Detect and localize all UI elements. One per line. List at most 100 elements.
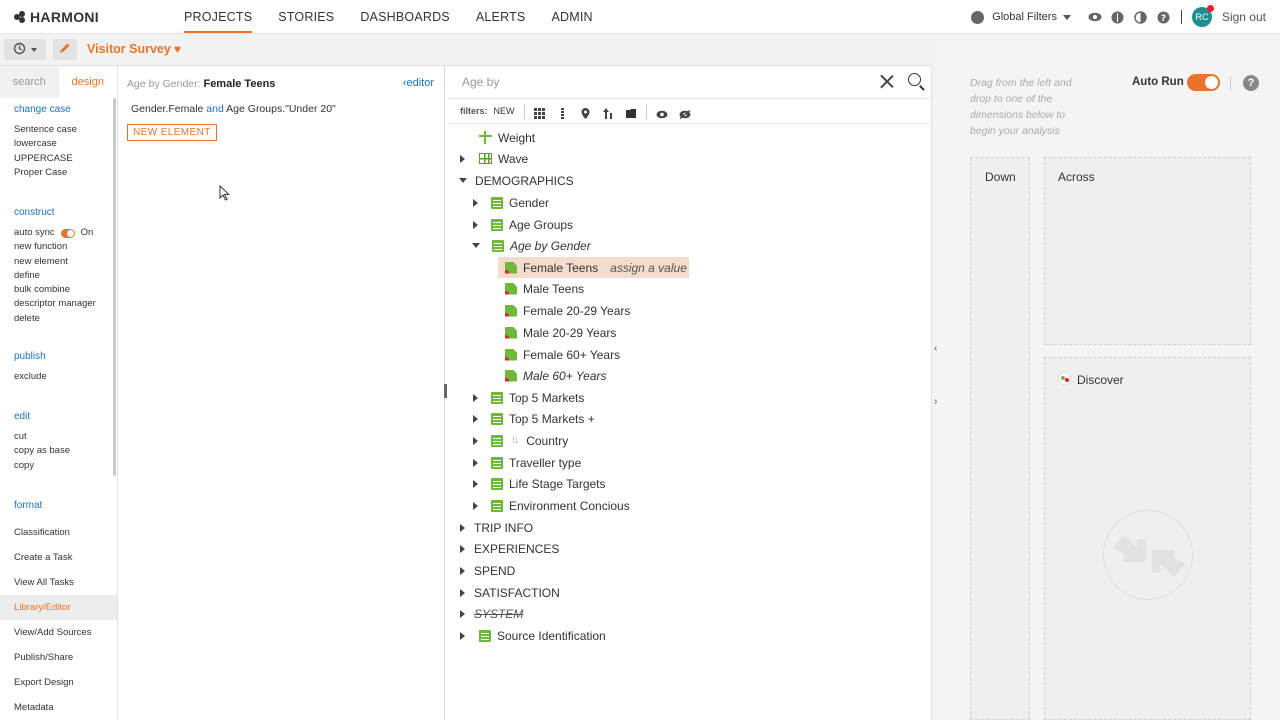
help-icon[interactable]: ?: [1157, 10, 1171, 24]
expression-text[interactable]: Gender.Female and Age Groups."Under 20": [131, 103, 336, 115]
contrast-icon[interactable]: [1134, 10, 1148, 24]
chevron-left-icon[interactable]: ‹: [934, 343, 937, 354]
delete-item[interactable]: delete: [0, 312, 96, 326]
caret-down-icon[interactable]: [472, 243, 480, 248]
eye-icon[interactable]: [1088, 10, 1102, 24]
tree-folder-spend[interactable]: SPEND: [460, 560, 515, 581]
caret-right-icon[interactable]: [460, 631, 465, 640]
copy-item[interactable]: copy: [0, 459, 70, 473]
tree-item-female-teens[interactable]: Female Teens assign a value: [498, 257, 689, 278]
tab-design[interactable]: design: [58, 66, 117, 98]
caret-down-icon[interactable]: [459, 178, 467, 183]
proper-case-item[interactable]: Proper Case: [0, 166, 77, 180]
sidebar-item-view-all-tasks[interactable]: View All Tasks: [0, 570, 117, 595]
brain-icon[interactable]: [1111, 10, 1125, 24]
tree-item-male-20-29[interactable]: Male 20-29 Years: [505, 322, 616, 343]
nav-alerts[interactable]: ALERTS: [476, 0, 526, 34]
tree-item-traveller-type[interactable]: Traveller type: [473, 452, 581, 473]
search-icon[interactable]: [908, 73, 921, 86]
tree-search-input[interactable]: [462, 75, 862, 89]
section-head-change-case[interactable]: change case: [0, 104, 77, 115]
caret-right-icon[interactable]: [460, 523, 465, 532]
tree-item-age-groups[interactable]: Age Groups: [473, 214, 573, 235]
tree-item-top5[interactable]: Top 5 Markets: [473, 387, 584, 408]
sidebar-item-view-add-sources[interactable]: View/Add Sources: [0, 620, 117, 645]
uppercase-item[interactable]: UPPERCASE: [0, 152, 77, 166]
close-icon[interactable]: [880, 74, 894, 88]
sidebar-item-library-editor[interactable]: Library/Editor: [0, 595, 117, 620]
new-element-item[interactable]: new element: [0, 255, 96, 269]
eye-icon[interactable]: [656, 106, 668, 118]
tree-folder-experiences[interactable]: EXPERIENCES: [460, 538, 559, 559]
caret-right-icon[interactable]: [473, 458, 478, 467]
caret-right-icon[interactable]: [473, 220, 478, 229]
harmoni-logo[interactable]: HARMONI: [14, 9, 99, 25]
tree-item-source-id[interactable]: Source Identification: [460, 625, 606, 646]
nav-projects[interactable]: PROJECTS: [184, 0, 253, 34]
section-head-format[interactable]: format: [0, 500, 42, 511]
caret-right-icon[interactable]: [473, 436, 478, 445]
sidebar-item-metadata[interactable]: Metadata: [0, 695, 117, 720]
filter-list-icon[interactable]: [557, 106, 568, 119]
section-head-edit[interactable]: edit: [0, 411, 70, 422]
pane-splitter[interactable]: [444, 384, 447, 398]
tree-folder-demographics[interactable]: DEMOGRAPHICS: [459, 170, 574, 191]
caret-right-icon[interactable]: [473, 198, 478, 207]
caret-right-icon[interactable]: [473, 479, 478, 488]
caret-right-icon[interactable]: [460, 154, 465, 163]
new-element-button[interactable]: NEW ELEMENT: [127, 124, 217, 141]
tree-folder-satisfaction[interactable]: SATISFACTION: [460, 582, 560, 603]
sign-out-link[interactable]: Sign out: [1222, 10, 1266, 24]
auto-sync-toggle[interactable]: [60, 228, 75, 238]
chevron-down-icon[interactable]: [1062, 14, 1071, 20]
assign-value-hint[interactable]: assign a value: [610, 261, 687, 275]
sidebar-item-create-task[interactable]: Create a Task: [0, 545, 117, 570]
auto-run-toggle[interactable]: [1187, 74, 1220, 91]
sidebar-item-classification[interactable]: Classification: [0, 520, 117, 545]
sidebar-item-export-design[interactable]: Export Design: [0, 670, 117, 695]
caret-right-icon[interactable]: [473, 414, 478, 423]
editor-link[interactable]: ‹editor: [403, 77, 434, 89]
tree-item-gender[interactable]: Gender: [473, 192, 549, 213]
sidebar-scrollbar[interactable]: [113, 98, 116, 476]
chevron-right-icon[interactable]: ›: [934, 396, 937, 407]
down-drop-zone[interactable]: Down: [970, 157, 1030, 720]
nav-stories[interactable]: STORIES: [278, 0, 334, 34]
tree-item-wave[interactable]: Wave: [460, 148, 528, 169]
bulk-combine-item[interactable]: bulk combine: [0, 283, 96, 297]
filter-sort-icon[interactable]: [602, 106, 614, 119]
exclude-item[interactable]: exclude: [0, 370, 47, 384]
tree-folder-system[interactable]: SYSTEM: [460, 603, 523, 624]
sentence-case-item[interactable]: Sentence case: [0, 123, 77, 137]
caret-right-icon[interactable]: [460, 609, 465, 618]
tree-folder-trip-info[interactable]: TRIP INFO: [460, 517, 533, 538]
define-item[interactable]: define: [0, 269, 96, 283]
descriptor-manager-item[interactable]: descriptor manager: [0, 297, 96, 311]
tree-item-country[interactable]: ⁝↓ Country: [473, 430, 568, 451]
across-drop-zone[interactable]: Across: [1044, 157, 1251, 345]
tree-item-top5-plus[interactable]: Top 5 Markets +: [473, 408, 595, 429]
new-function-item[interactable]: new function: [0, 240, 96, 254]
tree-item-male-teens[interactable]: Male Teens: [505, 278, 584, 299]
tree-item-weight[interactable]: Weight: [479, 127, 535, 148]
filter-grid-icon[interactable]: [533, 106, 545, 119]
discover-drop-zone[interactable]: Discover: [1044, 357, 1251, 720]
panel-collapse-strip[interactable]: [932, 34, 940, 720]
lowercase-item[interactable]: lowercase: [0, 137, 77, 151]
tree-item-female-60[interactable]: Female 60+ Years: [505, 344, 620, 365]
sidebar-item-publish-share[interactable]: Publish/Share: [0, 645, 117, 670]
copy-as-base-item[interactable]: copy as base: [0, 444, 70, 458]
filter-folder-icon[interactable]: [625, 106, 637, 118]
caret-right-icon[interactable]: [460, 588, 465, 597]
heart-icon[interactable]: ♥: [174, 42, 181, 56]
caret-right-icon[interactable]: [460, 566, 465, 575]
tree-item-environment[interactable]: Environment Concious: [473, 495, 630, 516]
nav-dashboards[interactable]: DASHBOARDS: [360, 0, 450, 34]
section-head-construct[interactable]: construct: [0, 207, 96, 218]
caret-right-icon[interactable]: [460, 544, 465, 553]
history-button[interactable]: [4, 39, 46, 60]
help-icon[interactable]: ?: [1243, 75, 1259, 91]
caret-right-icon[interactable]: [473, 501, 478, 510]
tree-item-female-20-29[interactable]: Female 20-29 Years: [505, 300, 630, 321]
global-filters-button[interactable]: Global Filters: [992, 11, 1057, 23]
